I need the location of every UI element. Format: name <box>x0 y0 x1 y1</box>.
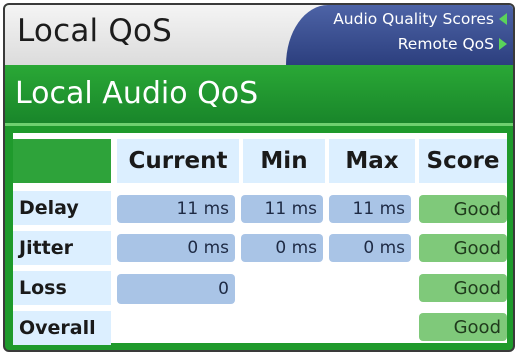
column-header-current: Current <box>117 139 239 183</box>
nav-panel: Audio Quality Scores Remote QoS <box>286 5 513 65</box>
page-title: Local QoS <box>17 13 173 49</box>
row-label-loss: Loss <box>13 271 111 305</box>
table-corner <box>13 139 111 183</box>
section-header: Local Audio QoS <box>5 65 513 123</box>
section-divider <box>5 123 513 126</box>
section-title: Local Audio QoS <box>15 76 259 111</box>
column-header-min: Min <box>243 139 325 183</box>
row-label-jitter: Jitter <box>13 231 111 265</box>
jitter-current-value: 0 ms <box>117 234 235 262</box>
column-header-score: Score <box>419 139 507 183</box>
row-label-delay: Delay <box>13 191 111 225</box>
row-label-overall: Overall <box>13 311 111 345</box>
loss-current-value: 0 <box>117 274 235 304</box>
jitter-max-value: 0 ms <box>329 234 411 262</box>
jitter-score-value: Good <box>419 234 507 262</box>
arrow-right-icon <box>499 38 507 50</box>
nav-remote-qos-label: Remote QoS <box>397 35 494 53</box>
delay-score-value: Good <box>419 195 507 223</box>
delay-min-value: 11 ms <box>241 195 323 223</box>
nav-audio-quality-scores-link[interactable]: Audio Quality Scores <box>333 10 507 28</box>
arrow-left-icon <box>499 13 507 25</box>
jitter-min-value: 0 ms <box>241 234 323 262</box>
qos-table: Current Min Max Score Delay 11 ms 11 ms … <box>13 133 507 345</box>
delay-max-value: 11 ms <box>329 195 411 223</box>
nav-audio-quality-scores-label: Audio Quality Scores <box>333 10 494 28</box>
column-header-max: Max <box>329 139 415 183</box>
top-header: Local QoS Audio Quality Scores Remote Qo… <box>5 5 513 65</box>
overall-score-value: Good <box>419 313 507 341</box>
qos-window: Local QoS Audio Quality Scores Remote Qo… <box>3 3 515 352</box>
loss-score-value: Good <box>419 274 507 302</box>
delay-current-value: 11 ms <box>117 195 235 223</box>
nav-remote-qos-link[interactable]: Remote QoS <box>398 35 507 53</box>
